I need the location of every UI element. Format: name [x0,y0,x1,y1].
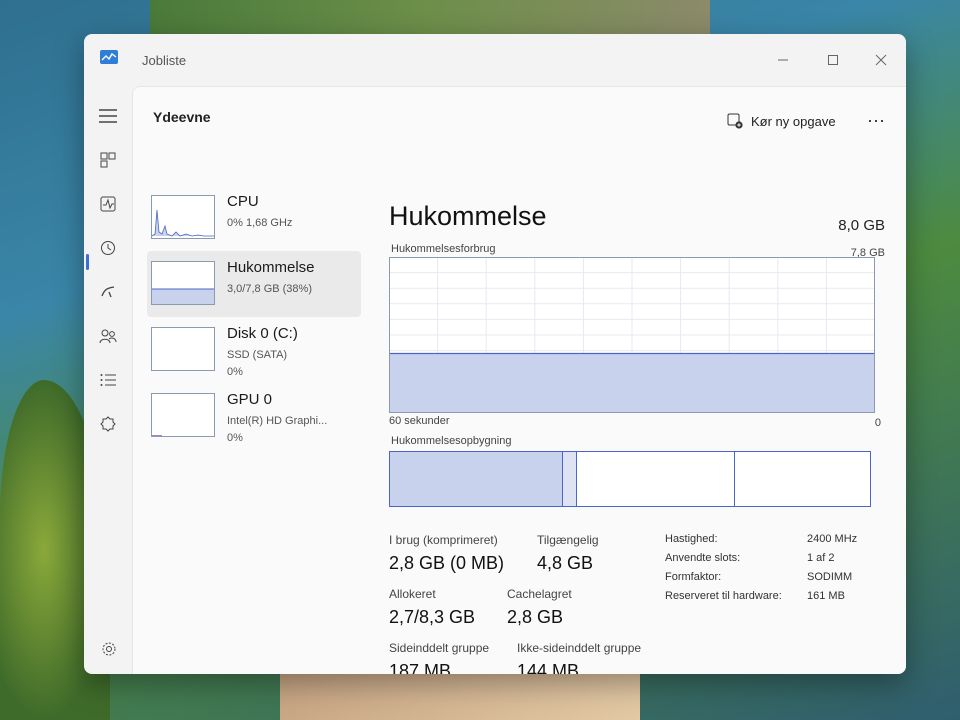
close-button[interactable] [866,48,896,72]
maximize-icon [828,55,838,65]
startup-apps-icon[interactable] [94,278,122,306]
stat-label: Ikke-sideinddelt gruppe [517,641,642,655]
device-sub: 0% 1,68 GHz [227,217,293,229]
hamburger-icon[interactable] [94,102,122,130]
stat-paged-pool: Sideinddelt gruppe 187 MB [389,641,489,674]
memory-usage-fill [390,353,874,412]
prop-slots: Anvendte slots: 1 af 2 [665,552,835,564]
stat-non-paged-pool: Ikke-sideinddelt gruppe 144 MB [517,641,641,674]
device-name: CPU [227,193,259,210]
gpu-thumbnail-graph [151,393,215,437]
device-sub: SSD (SATA) 0% [227,349,288,378]
services-icon[interactable] [94,410,122,438]
device-name: Hukommelse [227,259,315,276]
memory-thumbnail-graph [151,261,215,305]
device-item-disk[interactable]: Disk 0 (C:) SSD (SATA) 0% [147,317,361,383]
page-title: Ydeevne [153,109,211,125]
stat-label: Sideinddelt gruppe [389,641,490,655]
memory-usage-label: Hukommelsesforbrug [391,243,496,255]
details-icon[interactable] [94,366,122,394]
run-new-task-label: Kør ny opgave [751,113,836,129]
more-options-button[interactable]: ⋯ [867,111,886,132]
stat-label: Cachelagret [507,587,572,601]
title-bar[interactable]: Jobliste [84,34,906,86]
graph-axis-right: 0 [874,417,881,429]
graph-axis-left: 60 sekunder [389,415,450,427]
performance-page: Ydeevne Kør ny opgave ⋯ CPU 0% 1,68 GHz … [132,86,906,674]
nav-active-indicator [86,254,89,270]
run-new-task-button[interactable]: Kør ny opgave [727,113,836,129]
close-icon [875,54,887,66]
minimize-icon [778,59,788,61]
device-item-memory[interactable]: Hukommelse 3,0/7,8 GB (38%) [147,251,361,317]
stat-label: Tilgængelig [537,533,599,547]
memory-usage-graph [389,257,875,413]
settings-icon[interactable] [98,638,120,660]
window-title: Jobliste [142,53,187,68]
composition-modified [563,452,577,506]
stat-value: 144 MB [517,661,580,674]
device-sub: 3,0/7,8 GB (38%) [227,283,312,295]
memory-composition-label: Hukommelsesopbygning [391,435,512,447]
memory-composition-bar [389,451,871,507]
performance-icon[interactable] [94,190,122,218]
memory-title: Hukommelse [389,201,547,231]
device-name: GPU 0 [227,391,273,408]
device-sub: Intel(R) HD Graphi... 0% [227,415,328,444]
stat-cached: Cachelagret 2,8 GB [507,587,572,628]
stat-value: 4,8 GB [537,553,594,573]
composition-standby [577,452,735,506]
maximize-button[interactable] [818,48,848,72]
app-history-icon[interactable] [94,234,122,262]
stat-in-use: I brug (komprimeret) 2,8 GB (0 MB) [389,533,504,574]
task-manager-app-icon [100,50,118,64]
stat-value: 2,8 GB [507,607,564,627]
memory-total: 8,0 GB [838,217,885,234]
stat-committed: Allokeret 2,7/8,3 GB [389,587,475,628]
new-task-icon [727,113,743,129]
prop-speed: Hastighed: 2400 MHz [665,533,858,545]
composition-in-use [390,452,563,506]
stat-value: 2,7/8,3 GB [389,607,476,627]
device-list: CPU 0% 1,68 GHz Hukommelse 3,0/7,8 GB (3… [147,185,361,449]
stat-label: Allokeret [389,587,436,601]
stat-value: 2,8 GB (0 MB) [389,553,505,573]
prop-hardware-reserved: Reserveret til hardware: 161 MB [665,590,845,602]
users-icon[interactable] [94,322,122,350]
stat-value: 187 MB [389,661,452,674]
navigation-rail [84,94,132,674]
minimize-button[interactable] [768,48,798,72]
device-item-gpu[interactable]: GPU 0 Intel(R) HD Graphi... 0% [147,383,361,449]
processes-icon[interactable] [94,146,122,174]
cpu-thumbnail-graph [151,195,215,239]
stat-available: Tilgængelig 4,8 GB [537,533,599,574]
device-name: Disk 0 (C:) [227,325,298,342]
wallpaper-sand [280,672,640,720]
device-item-cpu[interactable]: CPU 0% 1,68 GHz [147,185,361,251]
composition-free [735,452,869,506]
prop-form-factor: Formfaktor: SODIMM [665,571,853,583]
disk-thumbnail-graph [151,327,215,371]
task-manager-window: Jobliste Ydeevne Kør ny opgave ⋯ CPU 0% … [84,34,906,674]
stat-label: I brug (komprimeret) [389,533,498,547]
